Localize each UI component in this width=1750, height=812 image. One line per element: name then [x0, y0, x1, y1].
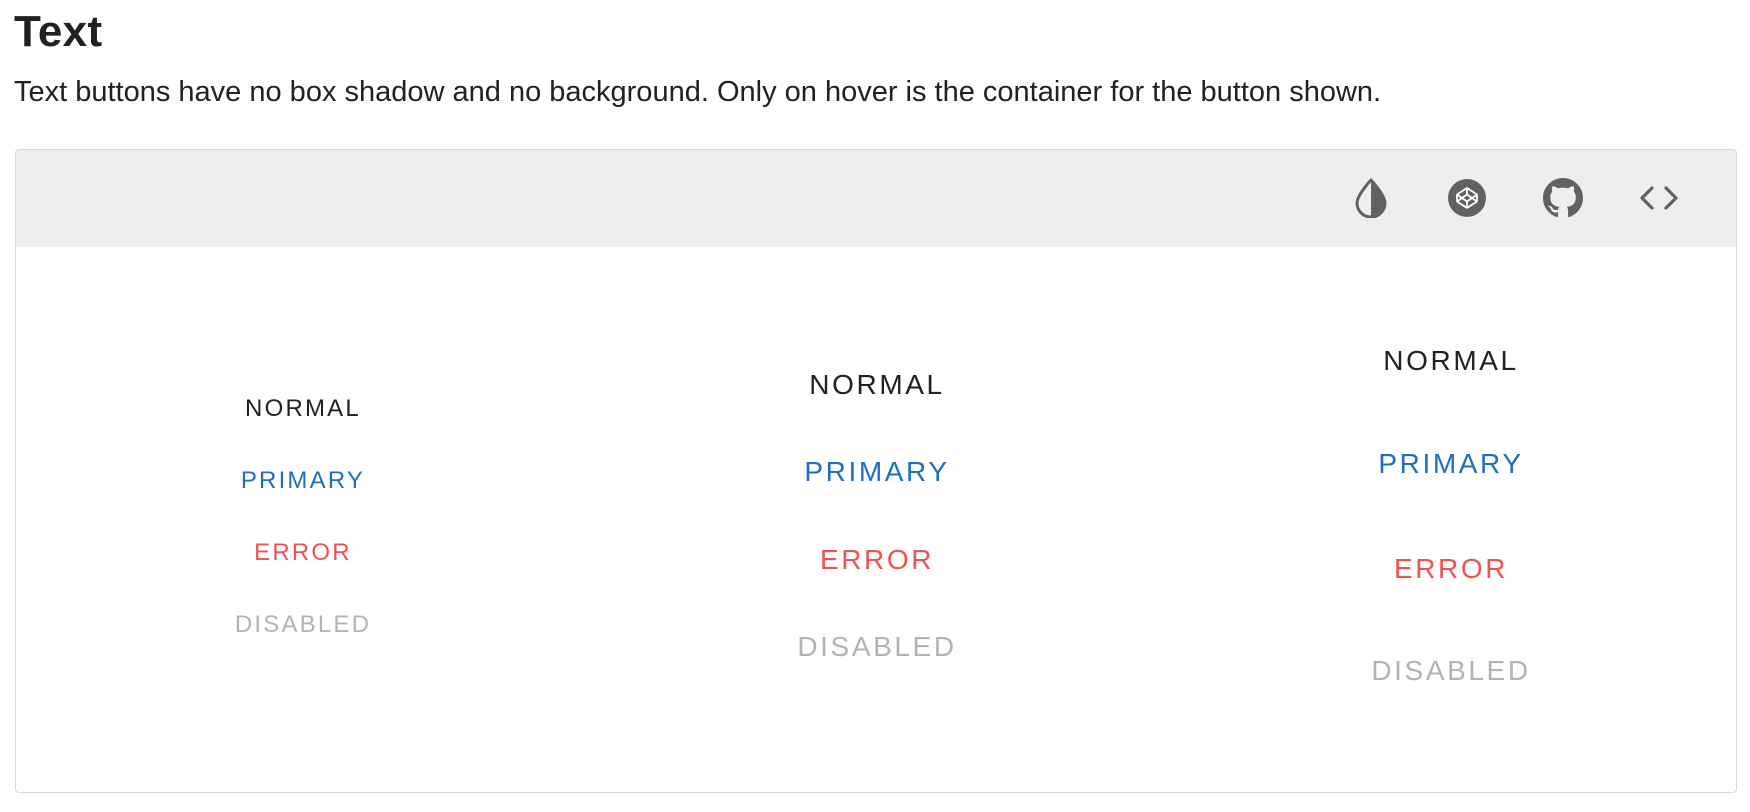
codepen-button[interactable] [1443, 174, 1491, 222]
section-title: Text [14, 7, 103, 56]
error-button-small[interactable]: ERROR [16, 538, 590, 568]
view-source-button[interactable] [1635, 174, 1683, 222]
github-icon [1543, 178, 1583, 218]
github-button[interactable] [1539, 174, 1587, 222]
normal-button-large[interactable]: NORMAL [1164, 344, 1736, 378]
button-group-small: NORMAL PRIMARY ERROR DISABLED [16, 247, 590, 792]
disabled-button-medium: DISABLED [590, 630, 1164, 664]
disabled-button-small: DISABLED [16, 610, 590, 640]
primary-button-medium[interactable]: PRIMARY [590, 455, 1164, 489]
invert-colors-icon [1355, 178, 1387, 218]
button-group-large: NORMAL PRIMARY ERROR DISABLED [1164, 247, 1736, 792]
codepen-icon [1448, 179, 1486, 217]
code-icon [1640, 186, 1678, 210]
normal-button-small[interactable]: NORMAL [16, 394, 590, 424]
section-description: Text buttons have no box shadow and no b… [14, 76, 1382, 108]
example-card: NORMAL PRIMARY ERROR DISABLED NORMAL PRI… [15, 149, 1737, 793]
disabled-button-large: DISABLED [1164, 654, 1736, 688]
invert-colors-button[interactable] [1347, 174, 1395, 222]
example-stage: NORMAL PRIMARY ERROR DISABLED NORMAL PRI… [16, 247, 1736, 792]
error-button-medium[interactable]: ERROR [590, 543, 1164, 577]
example-toolbar [16, 150, 1736, 247]
error-button-large[interactable]: ERROR [1164, 552, 1736, 586]
primary-button-small[interactable]: PRIMARY [16, 466, 590, 496]
button-group-medium: NORMAL PRIMARY ERROR DISABLED [590, 247, 1164, 792]
primary-button-large[interactable]: PRIMARY [1164, 447, 1736, 481]
normal-button-medium[interactable]: NORMAL [590, 368, 1164, 402]
